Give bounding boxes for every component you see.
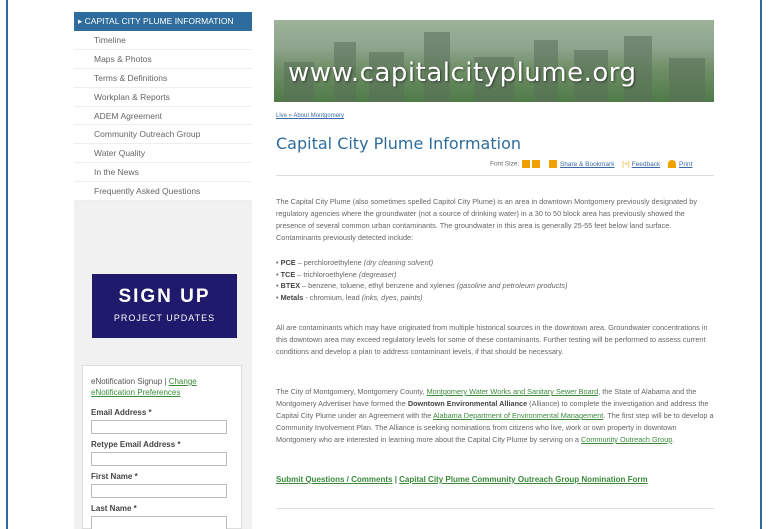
feedback-link[interactable]: Feedback <box>632 161 661 168</box>
list-item: • TCE – trichloroethylene (degreaser) <box>276 269 397 279</box>
sidebar-item-outreach[interactable]: Community Outreach Group <box>74 125 252 145</box>
nomination-form-link[interactable]: Capital City Plume Community Outreach Gr… <box>399 475 647 484</box>
sidebar-item-adem[interactable]: ADEM Agreement <box>74 107 252 126</box>
contaminant-desc: – perchloroethylene <box>295 258 364 267</box>
signup-form: eNotification Signup | Change eNotificat… <box>82 365 242 529</box>
contaminant-name: BTEX <box>280 281 301 290</box>
last-name-field[interactable] <box>91 516 227 529</box>
list-item: • BTEX – benzene, toluene, ethyl benzene… <box>276 281 568 290</box>
print-link[interactable]: Print <box>679 161 692 168</box>
last-name-label: Last Name * <box>91 504 137 513</box>
contaminant-name: TCE <box>280 269 296 279</box>
sidebar-item-maps-photos[interactable]: Maps & Photos <box>74 50 252 69</box>
signup-banner[interactable]: SIGN UP PROJECT UPDATES <box>92 274 237 338</box>
email-field[interactable] <box>91 420 227 434</box>
page-tools: Font Size: Share & Bookmark [+] Feedback … <box>490 160 715 168</box>
text: The City of Montgomery, Montgomery Count… <box>276 387 427 396</box>
contaminant-note: (gasoline and petroleum products) <box>456 281 568 290</box>
enotification-prefix: eNotification Signup | <box>91 377 169 386</box>
font-increase-icon[interactable] <box>522 160 531 168</box>
outreach-group-link[interactable]: Community Outreach Group <box>581 435 672 444</box>
enotification-note: eNotification Signup | Change eNotificat… <box>91 376 241 398</box>
email-label: Email Address * <box>91 408 152 417</box>
sidebar-head-label: CAPITAL CITY PLUME INFORMATION <box>84 16 234 26</box>
water-works-link[interactable]: Montgomery Water Works and Sanitary Sewe… <box>427 387 599 396</box>
sidebar-item-timeline[interactable]: Timeline <box>74 31 252 50</box>
contaminant-note: (dry cleaning solvent) <box>363 258 434 267</box>
contaminant-desc: - chromium, lead <box>303 292 362 302</box>
skyline-building <box>669 58 705 102</box>
contaminant-desc: – benzene, toluene, ethyl benzene and xy… <box>300 281 457 290</box>
share-icon[interactable] <box>548 160 557 168</box>
contaminant-desc: – trichloroethylene <box>295 269 359 279</box>
sidebar-item-faq[interactable]: Frequently Asked Questions <box>74 182 252 202</box>
retype-email-label: Retype Email Address * <box>91 440 181 449</box>
intro-paragraph: The Capital City Plume (also sometimes s… <box>276 197 697 242</box>
header-banner: www.capitalcityplume.org <box>274 20 714 102</box>
feedback-icon: [+] <box>622 160 630 168</box>
site-url: www.capitalcityplume.org <box>288 58 637 88</box>
font-size-label: Font Size: <box>490 160 520 168</box>
retype-email-field[interactable] <box>91 452 227 466</box>
sidebar-item-workplan[interactable]: Workplan & Reports <box>74 88 252 107</box>
divider <box>276 508 714 509</box>
list-item: • Metals - chromium, lead (inks, dyes, p… <box>276 292 423 302</box>
list-item: • PCE – perchloroethylene (dry cleaning … <box>276 258 434 267</box>
submit-questions-link[interactable]: Submit Questions / Comments <box>276 475 392 484</box>
contaminant-name: PCE <box>280 258 296 267</box>
font-decrease-icon[interactable] <box>532 160 541 168</box>
sidebar-item-water-quality[interactable]: Water Quality <box>74 144 252 164</box>
alliance-name: Downtown Environmental Alliance <box>407 399 528 408</box>
sidebar-item-news[interactable]: In the News <box>74 163 252 183</box>
page-title: Capital City Plume Information <box>276 134 521 153</box>
bottom-links: Submit Questions / Comments | Capital Ci… <box>276 475 648 484</box>
adem-link[interactable]: Alabama Department of Environmental Mana… <box>433 411 603 420</box>
sidebar-item-terms[interactable]: Terms & Definitions <box>74 69 252 88</box>
contaminant-note: (inks, dyes, paints) <box>361 292 423 302</box>
first-name-label: First Name * <box>91 472 138 481</box>
signup-title: SIGN UP <box>118 286 211 307</box>
breadcrumb[interactable]: Live » About Montgomery <box>276 113 344 119</box>
signup-subtitle: PROJECT UPDATES <box>113 313 216 323</box>
contaminant-name: Metals <box>280 292 304 302</box>
share-bookmark-link[interactable]: Share & Bookmark <box>560 161 615 168</box>
divider <box>276 175 714 176</box>
paragraph-alliance: The City of Montgomery, Montgomery Count… <box>276 386 716 446</box>
sidebar-nav: ▸ CAPITAL CITY PLUME INFORMATION Timelin… <box>74 12 252 202</box>
paragraph-sources: All are contaminants which may have orig… <box>276 323 708 356</box>
sidebar-head[interactable]: ▸ CAPITAL CITY PLUME INFORMATION <box>74 12 252 31</box>
contaminant-list: • PCE – perchloroethylene (dry cleaning … <box>276 257 716 303</box>
first-name-field[interactable] <box>91 484 227 498</box>
contaminant-note: (degreaser) <box>358 269 397 279</box>
text: . <box>672 435 675 444</box>
print-icon[interactable] <box>668 160 677 168</box>
